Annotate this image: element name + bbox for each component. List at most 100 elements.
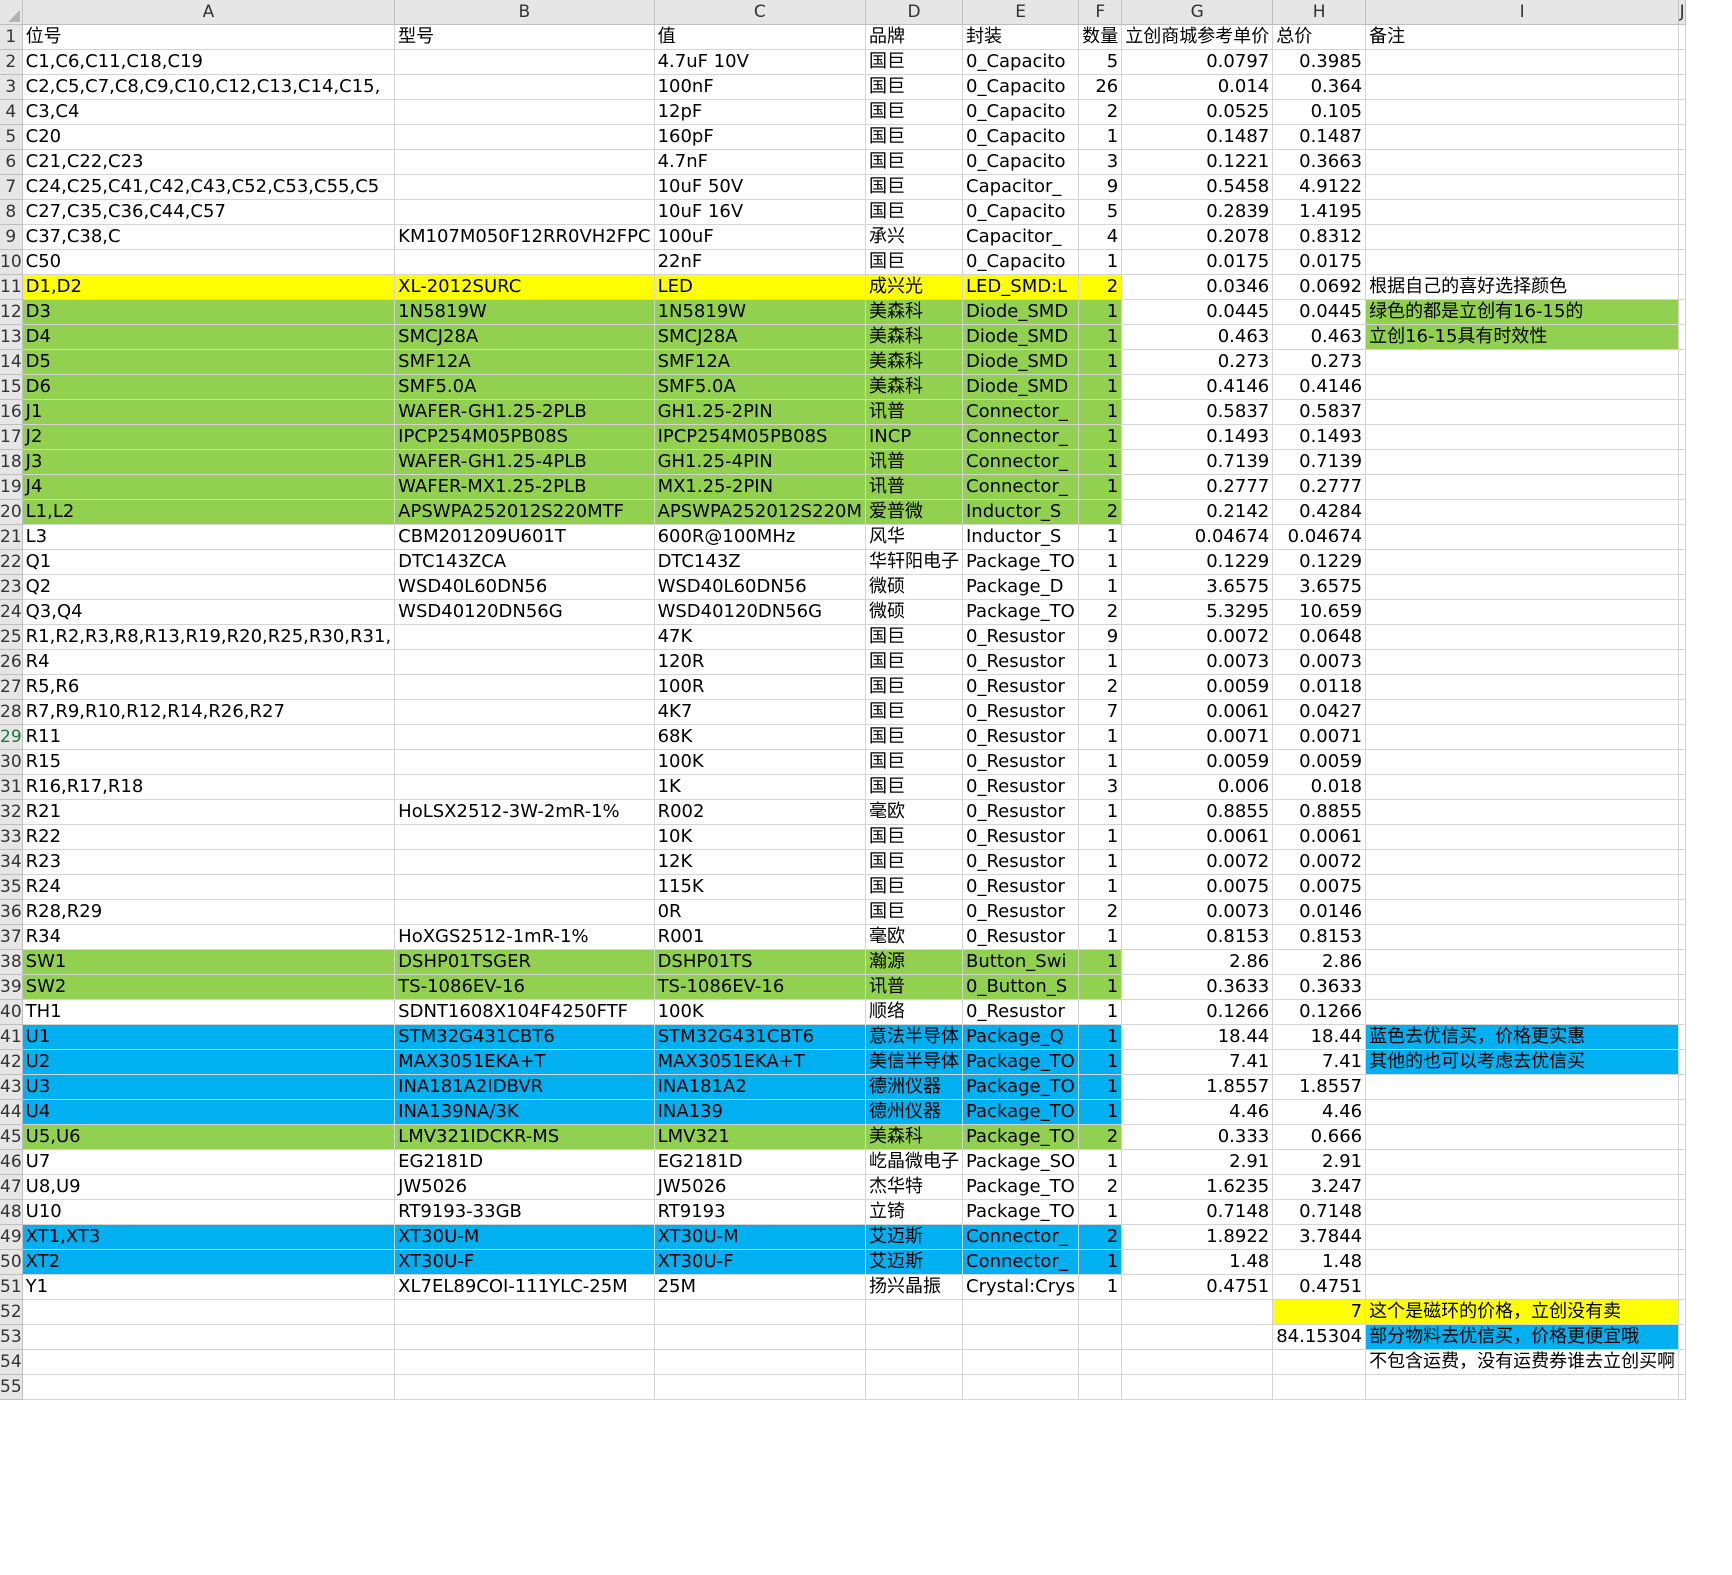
cell-i41[interactable]: 蓝色去优信买，价格更实惠 xyxy=(1365,1024,1680,1050)
cell-j39[interactable] xyxy=(1678,974,1687,1000)
cell-f37[interactable]: 1 xyxy=(1078,924,1123,950)
cell-i27[interactable] xyxy=(1365,674,1680,700)
cell-a53[interactable] xyxy=(22,1324,396,1350)
cell-i16[interactable] xyxy=(1365,399,1680,425)
row-header[interactable]: 34 xyxy=(0,849,23,875)
cell-b21[interactable]: CBM201209U601T xyxy=(394,524,655,550)
cell-a2[interactable]: C1,C6,C11,C18,C19 xyxy=(22,49,396,75)
cell-a23[interactable]: Q2 xyxy=(22,574,396,600)
row-header[interactable]: 6 xyxy=(0,149,23,175)
cell-d51[interactable]: 扬兴晶振 xyxy=(865,1274,963,1300)
cell-d27[interactable]: 国巨 xyxy=(865,674,963,700)
cell-c18[interactable]: GH1.25-4PIN xyxy=(654,449,867,475)
cell-d47[interactable]: 杰华特 xyxy=(865,1174,963,1200)
cell-i30[interactable] xyxy=(1365,749,1680,775)
cell-g2[interactable]: 0.0797 xyxy=(1121,49,1274,75)
cell-f22[interactable]: 1 xyxy=(1078,549,1123,575)
cell-i33[interactable] xyxy=(1365,824,1680,850)
cell-e40[interactable]: 0_Resustor xyxy=(962,999,1080,1025)
cell-c5[interactable]: 160pF xyxy=(654,124,867,150)
cell-a8[interactable]: C27,C35,C36,C44,C57 xyxy=(22,199,396,225)
cell-j23[interactable] xyxy=(1678,574,1687,600)
row-header[interactable]: 50 xyxy=(0,1249,23,1275)
cell-i2[interactable] xyxy=(1365,49,1680,75)
cell-c26[interactable]: 120R xyxy=(654,649,867,675)
cell-c21[interactable]: 600R@100MHz xyxy=(654,524,867,550)
cell-a55[interactable] xyxy=(22,1374,396,1400)
cell-e9[interactable]: Capacitor_ xyxy=(962,224,1080,250)
row-header[interactable]: 35 xyxy=(0,874,23,900)
cell-i51[interactable] xyxy=(1365,1274,1680,1300)
cell-a21[interactable]: L3 xyxy=(22,524,396,550)
cell-c39[interactable]: TS-1086EV-16 xyxy=(654,974,867,1000)
cell-g55[interactable] xyxy=(1121,1374,1274,1400)
cell-j47[interactable] xyxy=(1678,1174,1687,1200)
row-header[interactable]: 12 xyxy=(0,299,23,325)
cell-f21[interactable]: 1 xyxy=(1078,524,1123,550)
cell-g3[interactable]: 0.014 xyxy=(1121,74,1274,100)
cell-h23[interactable]: 3.6575 xyxy=(1272,574,1367,600)
cell-j42[interactable] xyxy=(1678,1049,1687,1075)
cell-c10[interactable]: 22nF xyxy=(654,249,867,275)
cell-j16[interactable] xyxy=(1678,399,1687,425)
cell-e43[interactable]: Package_TO xyxy=(962,1074,1080,1100)
row-header[interactable]: 51 xyxy=(0,1274,23,1300)
cell-h51[interactable]: 0.4751 xyxy=(1272,1274,1367,1300)
cell-b51[interactable]: XL7EL89COI-111YLC-25M xyxy=(394,1274,655,1300)
cell-g23[interactable]: 3.6575 xyxy=(1121,574,1274,600)
column-header-d[interactable]: D xyxy=(865,0,963,25)
cell-d9[interactable]: 承兴 xyxy=(865,224,963,250)
cell-j21[interactable] xyxy=(1678,524,1687,550)
cell-j1[interactable] xyxy=(1678,24,1687,50)
cell-d44[interactable]: 德州仪器 xyxy=(865,1099,963,1125)
cell-c37[interactable]: R001 xyxy=(654,924,867,950)
cell-d13[interactable]: 美森科 xyxy=(865,324,963,350)
cell-a34[interactable]: R23 xyxy=(22,849,396,875)
cell-h37[interactable]: 0.8153 xyxy=(1272,924,1367,950)
cell-e27[interactable]: 0_Resustor xyxy=(962,674,1080,700)
cell-b53[interactable] xyxy=(394,1324,655,1350)
cell-e54[interactable] xyxy=(962,1349,1080,1375)
cell-h12[interactable]: 0.0445 xyxy=(1272,299,1367,325)
cell-i19[interactable] xyxy=(1365,474,1680,500)
cell-j19[interactable] xyxy=(1678,474,1687,500)
cell-a7[interactable]: C24,C25,C41,C42,C43,C52,C53,C55,C5 xyxy=(22,174,396,200)
cell-d23[interactable]: 微硕 xyxy=(865,574,963,600)
cell-f38[interactable]: 1 xyxy=(1078,949,1123,975)
cell-g54[interactable] xyxy=(1121,1349,1274,1375)
cell-i32[interactable] xyxy=(1365,799,1680,825)
cell-a25[interactable]: R1,R2,R3,R8,R13,R19,R20,R25,R30,R31, xyxy=(22,624,396,650)
row-header[interactable]: 16 xyxy=(0,399,23,425)
cell-b47[interactable]: JW5026 xyxy=(394,1174,655,1200)
cell-c16[interactable]: GH1.25-2PIN xyxy=(654,399,867,425)
cell-j5[interactable] xyxy=(1678,124,1687,150)
cell-d42[interactable]: 美信半导体 xyxy=(865,1049,963,1075)
cell-e31[interactable]: 0_Resustor xyxy=(962,774,1080,800)
cell-a4[interactable]: C3,C4 xyxy=(22,99,396,125)
cell-j38[interactable] xyxy=(1678,949,1687,975)
cell-e51[interactable]: Crystal:Crys xyxy=(962,1274,1080,1300)
cell-h19[interactable]: 0.2777 xyxy=(1272,474,1367,500)
cell-h45[interactable]: 0.666 xyxy=(1272,1124,1367,1150)
row-header[interactable]: 41 xyxy=(0,1024,23,1050)
cell-j51[interactable] xyxy=(1678,1274,1687,1300)
cell-d31[interactable]: 国巨 xyxy=(865,774,963,800)
cell-f8[interactable]: 5 xyxy=(1078,199,1123,225)
cell-b24[interactable]: WSD40120DN56G xyxy=(394,599,655,625)
cell-c17[interactable]: IPCP254M05PB08S xyxy=(654,424,867,450)
cell-a35[interactable]: R24 xyxy=(22,874,396,900)
cell-c12[interactable]: 1N5819W xyxy=(654,299,867,325)
cell-d5[interactable]: 国巨 xyxy=(865,124,963,150)
cell-a17[interactable]: J2 xyxy=(22,424,396,450)
cell-h36[interactable]: 0.0146 xyxy=(1272,899,1367,925)
cell-d54[interactable] xyxy=(865,1349,963,1375)
cell-g44[interactable]: 4.46 xyxy=(1121,1099,1274,1125)
cell-e45[interactable]: Package_TO xyxy=(962,1124,1080,1150)
cell-f47[interactable]: 2 xyxy=(1078,1174,1123,1200)
row-header[interactable]: 19 xyxy=(0,474,23,500)
cell-i13[interactable]: 立创16-15具有时效性 xyxy=(1365,324,1680,350)
cell-c31[interactable]: 1K xyxy=(654,774,867,800)
cell-e49[interactable]: Connector_ xyxy=(962,1224,1080,1250)
row-header[interactable]: 10 xyxy=(0,249,23,275)
cell-d32[interactable]: 毫欧 xyxy=(865,799,963,825)
